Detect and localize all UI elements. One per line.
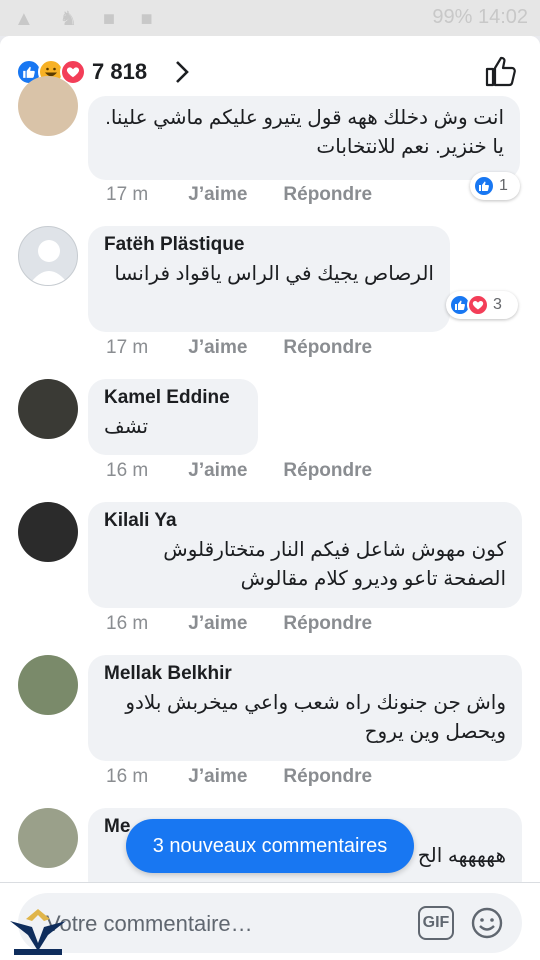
comment-time: 16 m <box>106 766 149 787</box>
love-icon <box>467 294 489 316</box>
chevron-right-icon[interactable] <box>170 58 194 86</box>
commenter-name[interactable]: Mellak Belkhir <box>104 663 506 685</box>
comments-sheet: 7 818 انت وش دخلك ههه قول يتيرو عليكم ما… <box>0 36 540 960</box>
comment-text: كون مهوش شاعل فيكم النار متختارقلوش الصف… <box>163 539 506 590</box>
reply-button[interactable]: Répondre <box>283 184 372 205</box>
status-bar: ▲ ♞ ■ ■ 99% 14:02 <box>0 0 540 36</box>
comment-composer: Votre commentaire… GIF <box>0 882 540 960</box>
comment-meta: 17 m J’aime Répondre <box>106 337 408 359</box>
status-icons: ▲ ♞ ■ ■ <box>14 8 163 30</box>
comment-input[interactable]: Votre commentaire… GIF <box>18 893 522 953</box>
like-post-icon[interactable] <box>484 54 518 88</box>
comment-text: انت وش دخلك ههه قول يتيرو عليكم ماشي علي… <box>105 107 504 158</box>
reply-button[interactable]: Répondre <box>283 460 372 481</box>
comment-meta: 16 m J’aime Répondre <box>106 766 408 788</box>
comment-reaction-count: 3 <box>493 296 502 313</box>
battery-clock: 99% 14:02 <box>432 6 528 28</box>
like-comment-button[interactable]: J’aime <box>188 766 247 787</box>
like-comment-button[interactable]: J’aime <box>188 337 247 358</box>
avatar[interactable] <box>18 76 78 136</box>
comment-time: 16 m <box>106 460 149 481</box>
like-comment-button[interactable]: J’aime <box>188 184 247 205</box>
comment-reaction-count: 1 <box>499 177 508 194</box>
avatar[interactable] <box>18 808 78 868</box>
comment-bubble[interactable]: Kamel Eddine تشف <box>88 379 258 455</box>
forum-logo <box>10 909 66 955</box>
default-avatar-icon <box>29 240 69 285</box>
like-comment-button[interactable]: J’aime <box>188 613 247 634</box>
reply-button[interactable]: Répondre <box>283 766 372 787</box>
comment-meta: 17 m J’aime Répondre <box>106 184 408 206</box>
comment-text: الرصاص يجيك في الراس ياقواد فرانسا <box>114 263 434 285</box>
comment-time: 17 m <box>106 337 149 358</box>
emoji-icon[interactable] <box>470 906 504 940</box>
commenter-name[interactable]: Fatëh Plästique <box>104 234 434 256</box>
avatar[interactable] <box>18 655 78 715</box>
reaction-count: 7 818 <box>92 59 148 84</box>
avatar[interactable] <box>18 379 78 439</box>
avatar[interactable] <box>18 502 78 562</box>
like-comment-button[interactable]: J’aime <box>188 460 247 481</box>
comment-bubble[interactable]: Fatëh Plästique الرصاص يجيك في الراس ياق… <box>88 226 450 332</box>
comment-text: واش جن جنونك راه شعب واعي ميخربش بلادو و… <box>125 692 506 743</box>
comment-reactions[interactable]: 1 <box>470 172 520 200</box>
new-comments-button[interactable]: 3 nouveaux commentaires <box>126 819 414 873</box>
comment-meta: 16 m J’aime Répondre <box>106 460 408 482</box>
reply-button[interactable]: Répondre <box>283 613 372 634</box>
commenter-name[interactable]: Kamel Eddine <box>104 387 242 409</box>
comment-time: 16 m <box>106 613 149 634</box>
like-icon <box>473 175 495 197</box>
comment-meta: 16 m J’aime Répondre <box>106 613 408 635</box>
commenter-name[interactable]: Kilali Ya <box>104 510 506 532</box>
comment-bubble[interactable]: انت وش دخلك ههه قول يتيرو عليكم ماشي علي… <box>88 96 520 180</box>
comment-text: تشف <box>104 416 149 438</box>
comment-placeholder: Votre commentaire… <box>46 911 253 936</box>
reply-button[interactable]: Répondre <box>283 337 372 358</box>
avatar[interactable] <box>18 226 78 286</box>
comment-time: 17 m <box>106 184 149 205</box>
comment-bubble[interactable]: Kilali Ya كون مهوش شاعل فيكم النار متختا… <box>88 502 522 608</box>
comment-bubble[interactable]: Mellak Belkhir واش جن جنونك راه شعب واعي… <box>88 655 522 761</box>
comment-reactions[interactable]: 3 <box>446 291 518 319</box>
gif-button[interactable]: GIF <box>418 906 454 940</box>
